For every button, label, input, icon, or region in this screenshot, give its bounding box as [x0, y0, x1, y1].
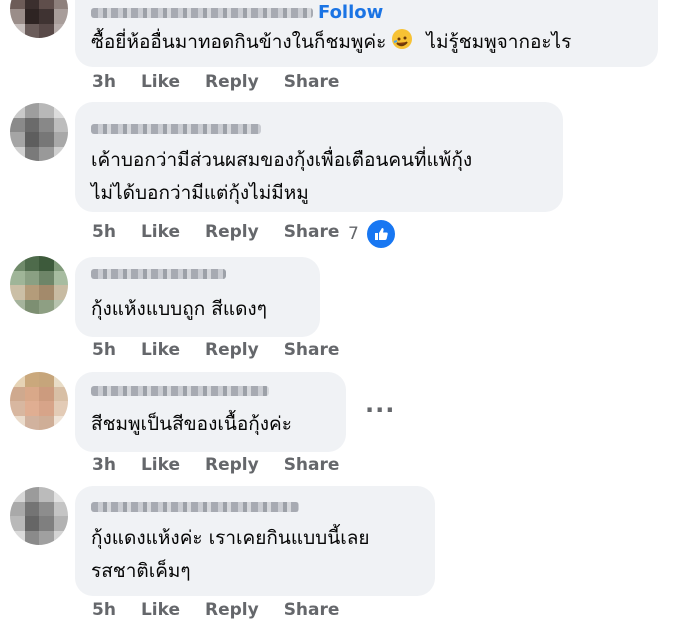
- timestamp[interactable]: 5h: [92, 340, 116, 360]
- reply-button[interactable]: Reply: [205, 455, 259, 475]
- comment-actions: 3h Like Reply Share: [92, 72, 364, 92]
- author-name-redacted[interactable]: [91, 124, 261, 134]
- avatar[interactable]: [10, 103, 68, 161]
- author-name-redacted[interactable]: [91, 269, 226, 279]
- thumbs-up-icon: [364, 218, 397, 250]
- avatar[interactable]: [10, 0, 68, 38]
- author-name-redacted[interactable]: [91, 386, 269, 396]
- comment-text: ซื้อยี่ห้ออื่นมาทอดกินข้างในก็ชมพูค่ะ ไม…: [91, 29, 572, 53]
- timestamp[interactable]: 3h: [92, 455, 116, 475]
- reply-button[interactable]: Reply: [205, 222, 259, 242]
- avatar[interactable]: [10, 372, 68, 430]
- reaction-summary[interactable]: 7: [348, 218, 397, 250]
- more-options-icon[interactable]: ···: [365, 396, 395, 424]
- timestamp[interactable]: 5h: [92, 222, 116, 242]
- share-button[interactable]: Share: [284, 340, 340, 360]
- share-button[interactable]: Share: [284, 455, 340, 475]
- comment-bubble: กุ้งแห้งแบบถูก สีแดงๆ: [75, 257, 320, 337]
- comment-text: กุ้งแห้งแบบถูก สีแดงๆ: [91, 298, 267, 320]
- timestamp[interactable]: 5h: [92, 600, 116, 620]
- like-button[interactable]: Like: [141, 340, 180, 360]
- comment-text: เค้าบอกว่ามีส่วนผสมของกุ้งเพื่อเตือนคนที…: [91, 149, 473, 204]
- comment-actions: 5h Like Reply Share: [92, 340, 364, 360]
- reply-button[interactable]: Reply: [205, 72, 259, 92]
- like-button[interactable]: Like: [141, 600, 180, 620]
- comment-actions: 5h Like Reply Share: [92, 222, 364, 242]
- comment-text: สีชมพูเป็นสีของเนื้อกุ้งค่ะ: [91, 413, 292, 435]
- timestamp[interactable]: 3h: [92, 72, 116, 92]
- author-name-redacted[interactable]: [91, 8, 313, 18]
- reaction-count: 7: [348, 224, 359, 244]
- follow-button[interactable]: Follow: [318, 2, 383, 23]
- comment-bubble: เค้าบอกว่ามีส่วนผสมของกุ้งเพื่อเตือนคนที…: [75, 102, 563, 212]
- avatar[interactable]: [10, 256, 68, 314]
- comment-actions: 3h Like Reply Share: [92, 455, 364, 475]
- share-button[interactable]: Share: [284, 600, 340, 620]
- like-button[interactable]: Like: [141, 222, 180, 242]
- comment-text: กุ้งแดงแห้งค่ะ เราเคยกินแบบนี้เลย รสชาติ…: [91, 527, 370, 582]
- share-button[interactable]: Share: [284, 72, 340, 92]
- avatar[interactable]: [10, 487, 68, 545]
- like-button[interactable]: Like: [141, 72, 180, 92]
- reply-button[interactable]: Reply: [205, 340, 259, 360]
- reply-button[interactable]: Reply: [205, 600, 259, 620]
- author-name-redacted[interactable]: [91, 502, 299, 512]
- comment-bubble: Follow ซื้อยี่ห้ออื่นมาทอดกินข้างในก็ชมพ…: [75, 0, 658, 67]
- comment-bubble: สีชมพูเป็นสีของเนื้อกุ้งค่ะ: [75, 372, 346, 452]
- like-button[interactable]: Like: [141, 455, 180, 475]
- share-button[interactable]: Share: [284, 222, 340, 242]
- rolling-laughing-emoji-icon: [392, 29, 413, 49]
- comment-actions: 5h Like Reply Share: [92, 600, 364, 620]
- comment-bubble: กุ้งแดงแห้งค่ะ เราเคยกินแบบนี้เลย รสชาติ…: [75, 486, 435, 596]
